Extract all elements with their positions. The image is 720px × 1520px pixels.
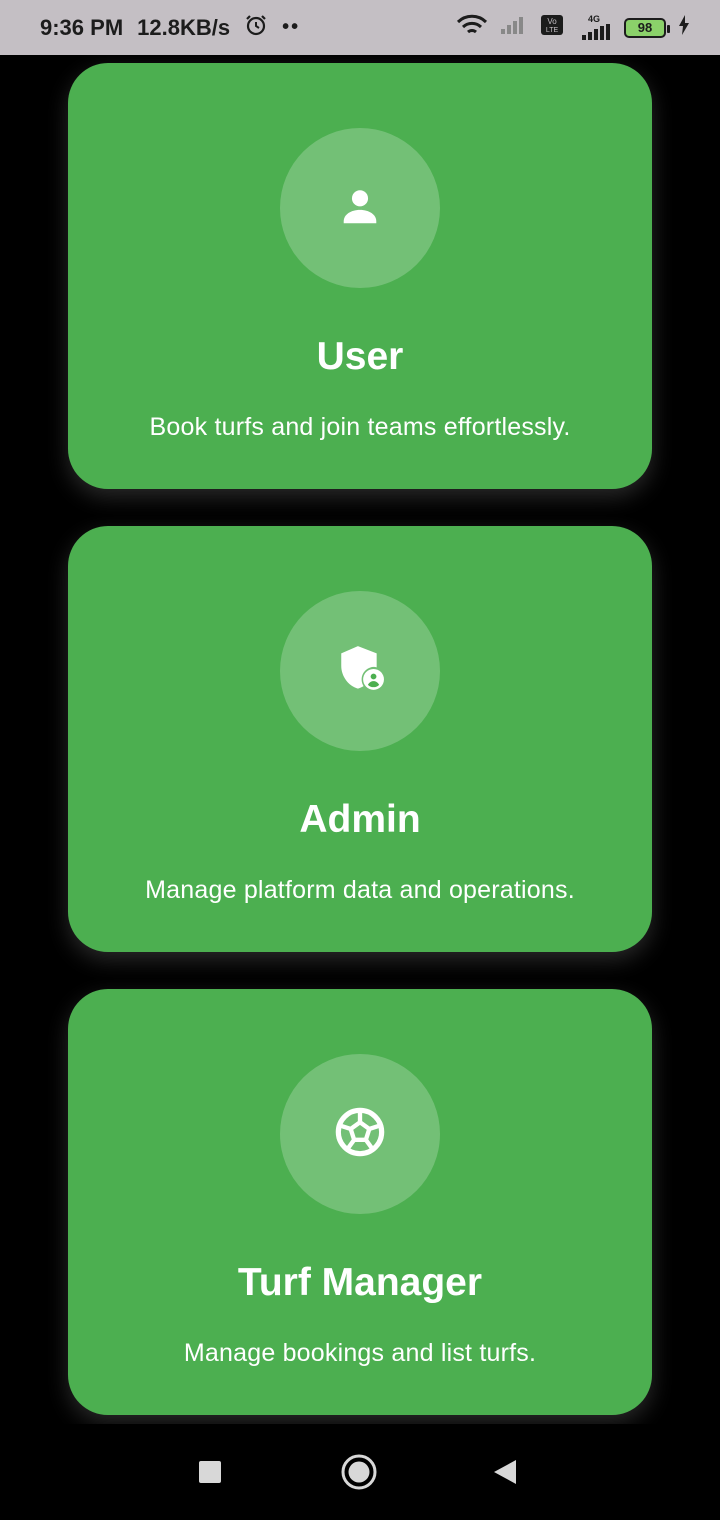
charging-icon — [678, 15, 690, 40]
battery-level: 98 — [637, 20, 653, 35]
role-description: Manage bookings and list turfs. — [183, 1339, 537, 1367]
role-description: Manage platform data and operations. — [145, 876, 575, 904]
svg-text:LTE: LTE — [546, 27, 559, 34]
notification-dots-icon: •• — [282, 16, 301, 38]
signal-4g-icon: 4G — [576, 15, 612, 40]
recents-square-icon — [198, 1448, 222, 1501]
signal-empty-icon — [500, 15, 528, 40]
icon-circle — [280, 1054, 440, 1214]
admin-shield-icon — [335, 644, 385, 699]
role-title: Admin — [299, 798, 421, 841]
wifi-icon — [456, 14, 488, 41]
role-card-turf-manager[interactable]: Turf Manager Manage bookings and list tu… — [68, 989, 652, 1415]
battery-icon: 98 — [624, 17, 670, 38]
volte-icon: Vo LTE — [540, 14, 564, 41]
home-button[interactable] — [340, 1448, 378, 1501]
svg-text:Vo: Vo — [547, 17, 557, 26]
role-card-admin[interactable]: Admin Manage platform data and operation… — [68, 526, 652, 952]
alarm-icon — [244, 13, 268, 43]
recents-button[interactable] — [198, 1448, 222, 1501]
role-description: Book turfs and join teams effortlessly. — [149, 413, 571, 441]
person-icon — [337, 183, 383, 234]
network-speed: 12.8KB/s — [137, 14, 231, 40]
soccer-ball-icon — [334, 1106, 386, 1163]
back-button[interactable] — [492, 1448, 518, 1501]
icon-circle — [280, 591, 440, 751]
home-circle-icon — [340, 1448, 378, 1501]
icon-circle — [280, 128, 440, 288]
status-bar: 9:36 PM 12.8KB/s •• Vo LTE 4G 98 — [0, 0, 720, 55]
status-time: 9:36 PM — [40, 14, 124, 40]
role-title: User — [316, 335, 404, 378]
back-triangle-icon — [492, 1448, 518, 1501]
role-card-user[interactable]: User Book turfs and join teams effortles… — [68, 63, 652, 489]
role-title: Turf Manager — [237, 1261, 483, 1304]
